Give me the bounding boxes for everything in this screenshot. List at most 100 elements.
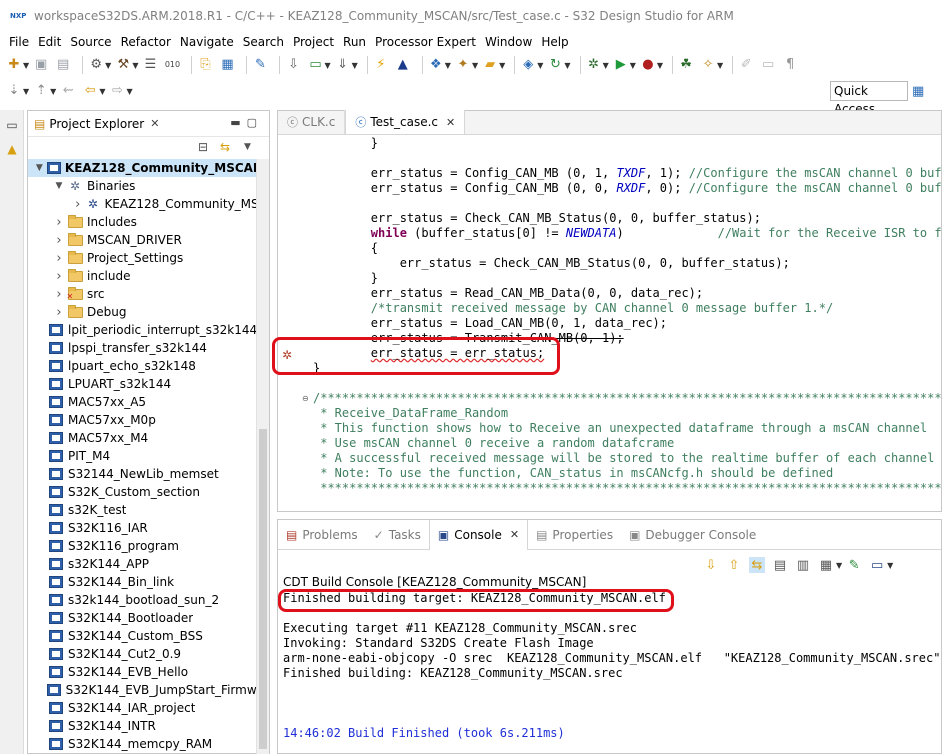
new-class-icon[interactable]: ◈: [520, 57, 536, 73]
tab-tasks[interactable]: ✓ Tasks: [366, 520, 429, 550]
package-icon[interactable]: ✦: [455, 57, 471, 73]
components-icon[interactable]: ▦: [219, 57, 235, 73]
refresh-icon[interactable]: ↻: [547, 57, 563, 73]
chevron-down-icon[interactable]: ▼: [352, 61, 358, 70]
tree-item[interactable]: › ✕ src: [28, 285, 258, 303]
chevron-right-icon[interactable]: ›: [53, 215, 65, 230]
triangle-icon[interactable]: ▲: [395, 57, 411, 73]
menu-processor-expert[interactable]: Processor Expert: [375, 35, 476, 49]
tree-item[interactable]: › Includes: [28, 213, 258, 231]
clear-console-icon[interactable]: ▥: [795, 557, 811, 573]
wand-icon[interactable]: ✧: [700, 57, 716, 73]
chevron-down-icon[interactable]: ▼: [99, 87, 105, 96]
code-line[interactable]: * This function shows how to Receive an …: [313, 421, 941, 436]
lightning-icon[interactable]: ⚡: [373, 57, 389, 73]
debug-config-icon[interactable]: ☰: [142, 57, 158, 73]
code-line[interactable]: * Receive_DataFrame_Random: [313, 406, 941, 421]
tree-item[interactable]: S32K_Custom_section: [28, 483, 258, 501]
tree-item[interactable]: S32K144_Bin_link: [28, 573, 258, 591]
scroll-lock-icon[interactable]: ⇆: [749, 557, 765, 573]
code-line[interactable]: err_status = Load_CAN_MB(0, 1, data_rec)…: [313, 316, 941, 331]
code-line[interactable]: /*transmit received message by CAN chann…: [313, 301, 941, 316]
menu-file[interactable]: File: [9, 35, 29, 49]
copy-icon[interactable]: ▤: [772, 557, 788, 573]
tree-item[interactable]: s32K_test: [28, 501, 258, 519]
tree-item[interactable]: lpspi_transfer_s32k144: [28, 339, 258, 357]
chevron-down-icon[interactable]: ▼: [105, 61, 111, 70]
chevron-down-icon[interactable]: ▼: [53, 181, 65, 191]
build-settings-icon[interactable]: ⚙: [88, 57, 104, 73]
chevron-right-icon[interactable]: ›: [53, 305, 65, 320]
quick-access-input[interactable]: Quick Access: [830, 81, 908, 116]
copy-build-log-icon[interactable]: ▦: [818, 557, 834, 573]
collapse-all-icon[interactable]: ⊟: [198, 140, 208, 154]
tab-project-explorer[interactable]: ▤ Project Explorer ✕: [28, 111, 165, 137]
menu-window[interactable]: Window: [485, 35, 532, 49]
run-icon[interactable]: ▶: [613, 57, 629, 73]
new-project-icon[interactable]: ❖: [428, 57, 444, 73]
close-icon[interactable]: ✕: [510, 528, 519, 541]
chevron-down-icon[interactable]: ▼: [630, 61, 636, 70]
tree-item[interactable]: lpit_periodic_interrupt_s32k144: [28, 321, 258, 339]
tree-item[interactable]: S32K144_Bootloader: [28, 609, 258, 627]
tree-item[interactable]: S32K144_EVB_Hello: [28, 663, 258, 681]
tree-item[interactable]: S32144_NewLib_memset: [28, 465, 258, 483]
close-icon[interactable]: ✕: [150, 117, 159, 130]
code-line[interactable]: err_status = Transmit_CAN_MB(0, 1);: [313, 331, 941, 346]
chevron-right-icon[interactable]: ›: [72, 197, 83, 212]
tree-item[interactable]: PIT_M4: [28, 447, 258, 465]
chevron-down-icon[interactable]: ▼: [23, 61, 29, 70]
perspective-icon[interactable]: ▦: [912, 84, 924, 99]
code-lines[interactable]: } err_status = Config_CAN_MB (0, 1, TXDF…: [313, 136, 941, 496]
chevron-down-icon[interactable]: ▼: [887, 561, 893, 570]
profile-icon[interactable]: ☘: [678, 57, 694, 73]
close-icon[interactable]: ✕: [446, 116, 455, 129]
download-icon[interactable]: ⇩: [285, 57, 301, 73]
menu-help[interactable]: Help: [541, 35, 568, 49]
tree-item[interactable]: LPUART_s32k144: [28, 375, 258, 393]
tree-item[interactable]: S32K144_memcpy_RAM: [28, 735, 258, 753]
tab-test-case-c[interactable]: ⓒ Test_case.c ✕: [345, 110, 466, 134]
menu-run[interactable]: Run: [343, 35, 366, 49]
scroll-down-icon[interactable]: ⇩: [703, 557, 719, 573]
tree-item[interactable]: MAC57xx_A5: [28, 393, 258, 411]
tree-item[interactable]: MAC57xx_M4: [28, 429, 258, 447]
chevron-down-icon[interactable]: ▼: [324, 61, 330, 70]
chevron-down-icon[interactable]: ▼: [132, 61, 138, 70]
code-line[interactable]: * Note: To use the function, CAN_status …: [313, 466, 941, 481]
scroll-up-icon[interactable]: ⇧: [726, 557, 742, 573]
tree-item[interactable]: › ✲ KEAZ128_Community_MSC: [28, 195, 258, 213]
code-line[interactable]: }: [313, 361, 941, 376]
tree-item[interactable]: › Debug: [28, 303, 258, 321]
tree-item[interactable]: › include: [28, 267, 258, 285]
chevron-right-icon[interactable]: ›: [53, 251, 65, 266]
debug-bug-icon[interactable]: ✲: [586, 57, 602, 73]
tree-item[interactable]: S32K116_program: [28, 537, 258, 555]
code-line[interactable]: while (buffer_status[0] != NEWDATA) //Wa…: [313, 226, 941, 241]
code-area[interactable]: ✲ ⊖ } err_status = Config_CAN_MB (0, 1, …: [278, 136, 941, 511]
menu-search[interactable]: Search: [243, 35, 284, 49]
prev-annotation-icon[interactable]: ⇡: [33, 83, 49, 99]
tab-clk-c[interactable]: ⓒ CLK.c: [278, 110, 346, 134]
menu-edit[interactable]: Edit: [38, 35, 61, 49]
tab-debugger-console[interactable]: ▣ Debugger Console: [621, 520, 764, 550]
chevron-down-icon[interactable]: ▼: [657, 61, 663, 70]
flash-icon[interactable]: ⇓: [335, 57, 351, 73]
tree-item[interactable]: S32K144_Cut2_0.9: [28, 645, 258, 663]
tab-console[interactable]: ▣ Console ✕: [428, 519, 529, 550]
tree-item[interactable]: › Project_Settings: [28, 249, 258, 267]
chevron-down-icon[interactable]: ▼: [603, 61, 609, 70]
tree-item[interactable]: ▼ KEAZ128_Community_MSCAN: D: [28, 159, 258, 177]
chevron-down-icon[interactable]: ▼: [564, 61, 570, 70]
code-line[interactable]: err_status = Read_CAN_MB_Data(0, 0, data…: [313, 286, 941, 301]
scrollbar-thumb[interactable]: [259, 429, 267, 749]
code-line[interactable]: err_status = Config_CAN_MB (0, 1, TXDF, …: [313, 166, 941, 181]
last-edit-icon[interactable]: ⇜: [60, 83, 76, 99]
chevron-down-icon[interactable]: ▼: [836, 561, 842, 570]
code-line[interactable]: [313, 151, 941, 166]
peripherals-icon[interactable]: ▲: [4, 142, 20, 158]
chevron-down-icon[interactable]: ▼: [34, 163, 45, 173]
code-line[interactable]: {: [313, 241, 941, 256]
tree-item[interactable]: S32K144_INTR: [28, 717, 258, 735]
restore-icon[interactable]: ▭: [4, 118, 20, 134]
